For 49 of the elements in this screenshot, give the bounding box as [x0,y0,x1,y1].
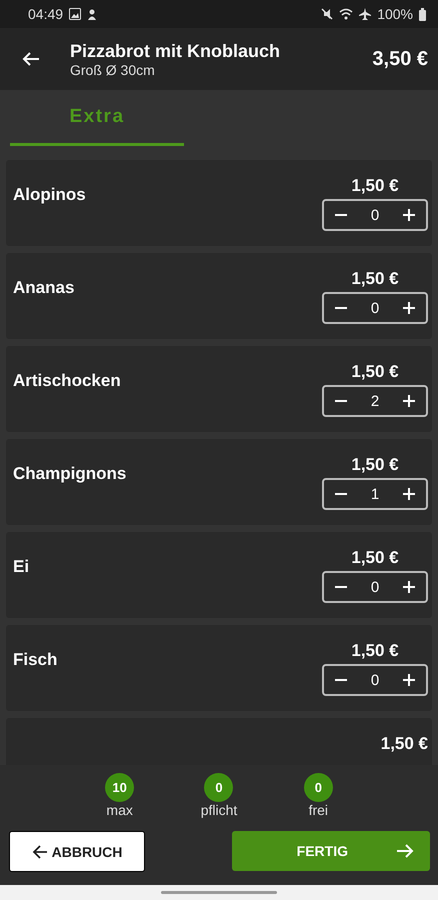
battery-icon [419,8,426,20]
figure-icon [87,8,98,20]
extra-price: 1,50 € [351,176,399,196]
home-handle[interactable] [161,891,277,894]
clock-time: 04:49 [28,6,64,22]
count-badge: 0 [204,773,234,802]
quantity-value: 0 [370,672,380,688]
count-label: frei [308,802,328,818]
quantity-value: 0 [370,300,380,316]
extra-price: 1,50 € [351,362,399,382]
count-label: pflicht [200,802,238,818]
extra-name: Alopinos [13,185,87,205]
product-price: 3,50 € [372,48,428,70]
plus-icon [403,674,415,686]
mute-icon [321,8,334,20]
count-label: max [106,802,133,818]
extra-price: 1,50 € [351,548,399,568]
extra-name: Artischocken [13,371,122,391]
extra-name: Fisch [13,650,58,670]
extra-name: Champignons [13,464,128,484]
quantity-value: 0 [370,578,380,596]
quantity-value: 2 [370,392,380,410]
image-icon [69,8,82,20]
extra-price: 1,50 € [351,641,399,661]
plus-icon [403,395,415,407]
quantity-value: 1 [370,486,380,502]
extra-name: Ei [13,557,30,577]
product-size: Groß Ø 30cm [70,62,156,78]
extra-name: Ananas [13,278,76,298]
done-button[interactable]: FERTIG [232,831,430,871]
extra-price: 1,50 € [380,734,428,754]
battery-level: 100% [377,6,413,22]
extra-price: 1,50 € [351,455,399,475]
extra-price: 1,50 € [351,269,399,289]
product-title: Pizzabrot mit Knoblauch [70,40,282,62]
back-arrow-icon [32,844,48,858]
cancel-button[interactable]: ABBRUCH [9,831,145,872]
plus-icon [403,302,415,314]
plus-icon [403,488,415,500]
count-badge: 0 [304,773,333,802]
wifi-icon [339,8,354,20]
category-tab[interactable]: Extra [10,90,184,146]
plus-icon [403,209,415,221]
plus-icon [403,581,415,593]
quantity-value: 0 [370,206,380,224]
back-arrow-icon [22,51,40,67]
forward-arrow-icon [396,843,414,859]
count-badge: 10 [105,773,134,802]
airplane-icon [359,8,372,20]
